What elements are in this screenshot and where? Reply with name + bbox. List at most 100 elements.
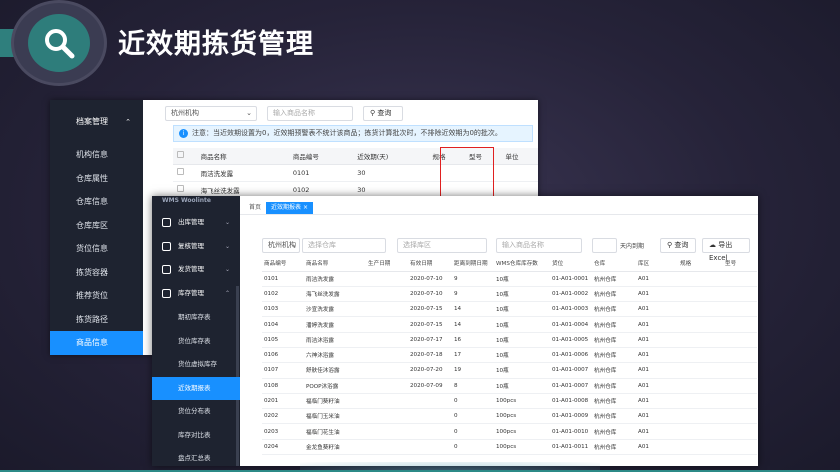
tab-home[interactable]: 首页 [244,202,266,214]
table-cell: 舒肤佳沐浴露 [304,362,366,379]
table-cell: 杭州仓库 [592,378,636,394]
table-row[interactable]: 0106 六神沐浴露 2020-07-18 17 10瓶 01-A01-0006 杭州仓库 A… [262,347,757,364]
tab-expiry-report[interactable]: 近效期报表 × [266,202,313,214]
org-select[interactable]: 杭州机构 ⌄ [165,106,257,121]
table-row[interactable]: 0203 福临门花生油 0 100pcs 01-A01-0010 杭州仓库 A01 [262,423,757,440]
table-cell: 雨洁沐浴露 [304,332,366,348]
table-cell [678,316,723,333]
product-name-input[interactable]: 输入商品名称 [496,238,582,253]
table-cell: POOP沐浴露 [304,378,366,394]
days-input[interactable] [592,238,617,253]
table-cell: 沙宣洗发露 [304,301,366,318]
row-checkbox[interactable] [173,164,197,182]
table-cell: 金龙鱼葵籽油 [304,439,366,456]
table-cell: 9 [452,271,494,287]
table-cell: 10瓶 [494,316,550,333]
table-cell: A01 [636,362,678,379]
table-row[interactable]: 0108 POOP沐浴露 2020-07-09 8 10瓶 01-A01-0007 杭州仓库… [262,378,757,394]
export-excel-button[interactable]: ☁ 导出Excel [702,238,750,262]
table-cell: 福临门玉米油 [304,408,366,425]
sidebar-item[interactable]: 拣货路径 [50,308,143,332]
table-cell [678,286,723,303]
front-window-expiry-report: WMS Woolinte 出库管理 ⌄ 复核管理 ⌄ 发货管理 ⌄ 库存管理 ⌃ 期初库存表 货位… [152,196,758,466]
sidebar-group-label: 出库管理 [178,218,204,226]
table-cell [723,271,757,287]
warehouse-select[interactable]: 选择仓库 [302,238,386,253]
table-cell [366,439,408,456]
table-cell: 100pcs [494,408,550,425]
chevron-down-icon: ⌄ [224,266,230,273]
table-cell: 杭州仓库 [592,286,636,303]
table-cell: 10瓶 [494,362,550,379]
select-all-checkbox[interactable] [173,148,197,165]
table-row[interactable]: 0105 雨洁沐浴露 2020-07-17 16 10瓶 01-A01-0005 杭州仓库 A… [262,332,757,348]
table-row[interactable]: 0104 潘婷洗发露 2020-07-15 14 10瓶 01-A01-0004 杭州仓库 A… [262,316,757,333]
table-cell [723,362,757,379]
table-cell: 0 [452,393,494,410]
column-header: 生产日期 [366,256,408,272]
sidebar-item[interactable]: 货位分布表 [152,400,240,423]
table-cell [408,408,452,425]
sidebar-item[interactable]: 仓库信息 [50,190,143,214]
column-header: 型号 [723,256,757,272]
table-cell: 01-A01-0009 [550,408,592,425]
sidebar-item[interactable]: 盘点汇总表 [152,447,240,466]
table-row[interactable]: 0103 沙宣洗发露 2020-07-15 14 10瓶 01-A01-0003 杭州仓库 A… [262,301,757,318]
sidebar-group-archive[interactable]: 档案管理 ⌃ [50,110,143,134]
table-row[interactable]: 0107 舒肤佳沐浴露 2020-07-20 19 10瓶 01-A01-0007 杭州仓库… [262,362,757,379]
table-row[interactable]: 0204 金龙鱼葵籽油 0 100pcs 01-A01-0011 杭州仓库 A01 [262,439,757,456]
table-cell: 01-A01-0005 [550,332,592,348]
sidebar-item[interactable]: 商品信息 [50,331,143,355]
sidebar-group[interactable]: 出库管理 ⌄ [152,211,240,234]
sidebar-item[interactable]: 仓库属性 [50,167,143,191]
days-suffix: 天内到期 [620,243,645,250]
sidebar-item[interactable]: 货位信息 [50,237,143,261]
sidebar-item[interactable]: 推荐货位 [50,284,143,308]
table-cell: 0108 [262,378,304,394]
query-button[interactable]: ⚲ 查询 [363,106,403,121]
column-header: 规格 [678,256,723,272]
sidebar-item[interactable]: 货位库存表 [152,330,240,353]
table-cell [678,301,723,318]
menu-icon [162,218,171,227]
table-cell: 2020-07-17 [408,332,452,348]
table-cell: 14 [452,301,494,318]
column-header: 库区 [636,256,678,272]
table-cell: 杭州仓库 [592,301,636,318]
table-cell [723,347,757,364]
table-cell: 16 [452,332,494,348]
table-row[interactable]: 0101 雨洁洗发露 2020-07-10 9 10瓶 01-A01-0001 杭州仓库 A0… [262,271,757,287]
chevron-down-icon: ⌄ [224,219,230,226]
table-cell: 0 [452,423,494,440]
org-select[interactable]: 杭州机构 ⌄ [262,238,300,253]
table-row[interactable]: 0201 福临门葵籽油 0 100pcs 01-A01-0008 杭州仓库 A01 [262,393,757,410]
back-sidebar: 档案管理 ⌃ 机构信息 仓库属性 仓库信息 仓库库区 货位信息 拣货容器 推荐货位 拣货路径 商品… [50,100,143,355]
table-cell [678,362,723,379]
table-cell: 01-A01-0007 [550,362,592,379]
close-icon[interactable]: × [303,204,308,211]
table-row[interactable]: 0202 福临门玉米油 0 100pcs 01-A01-0009 杭州仓库 A01 [262,408,757,425]
sidebar-item[interactable]: 货位虚拟库存 [152,353,240,376]
product-name-input[interactable]: 输入商品名称 [267,106,353,121]
table-cell: 杭州仓库 [592,316,636,333]
sidebar-group[interactable]: 发货管理 ⌄ [152,258,240,281]
sidebar-item[interactable]: 拣货容器 [50,261,143,285]
sidebar-group[interactable]: 库存管理 ⌃ [152,282,240,305]
sidebar-item[interactable]: 近效期报表 [152,376,240,400]
sidebar-item[interactable]: 仓库库区 [50,214,143,238]
table-cell: 100pcs [494,393,550,410]
table-row[interactable]: 0102 海飞丝洗发露 2020-07-10 9 10瓶 01-A01-0002 杭州仓库 A… [262,286,757,303]
table-cell: 2020-07-20 [408,362,452,379]
column-header: 商品名称 [304,256,366,272]
table-cell: 福临门葵籽油 [304,393,366,410]
sidebar-item[interactable]: 机构信息 [50,143,143,167]
sidebar-item[interactable]: 期初库存表 [152,306,240,329]
query-button[interactable]: ⚲ 查询 [660,238,696,253]
sidebar-item[interactable]: 库存对比表 [152,424,240,447]
table-cell: 10瓶 [494,378,550,394]
sidebar-group[interactable]: 复核管理 ⌄ [152,235,240,258]
info-icon: i [179,129,188,138]
table-cell: 0103 [262,301,304,318]
highlight-box [440,147,494,199]
area-select[interactable]: 选择库区 [397,238,487,253]
